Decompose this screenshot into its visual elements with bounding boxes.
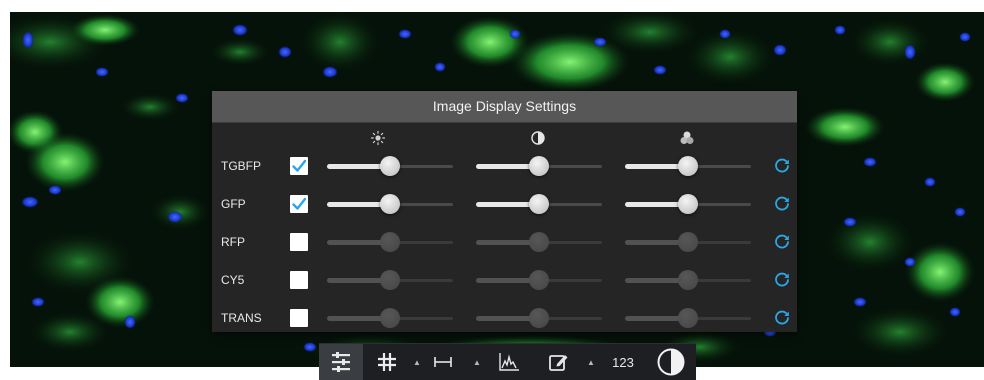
annotate-button[interactable] bbox=[539, 344, 579, 380]
channel-row-tgbfp: TGBFP bbox=[212, 147, 797, 185]
display-settings-icon bbox=[332, 352, 350, 372]
slider-thumb[interactable] bbox=[678, 270, 698, 290]
contrast-toggle-button[interactable] bbox=[649, 344, 693, 380]
color-slider[interactable] bbox=[625, 156, 751, 176]
measure-icon bbox=[434, 357, 452, 367]
contrast-slider[interactable] bbox=[476, 308, 602, 328]
contrast-toggle-icon bbox=[657, 348, 685, 376]
image-display-settings-panel: Image Display Settings TGBFP GFP RFP CY5 TRA… bbox=[212, 91, 797, 332]
channel-label: TGBFP bbox=[221, 159, 262, 173]
display-settings-button[interactable] bbox=[319, 344, 363, 380]
checkmark-icon bbox=[292, 159, 307, 172]
measure-options-caret[interactable]: ▲ bbox=[471, 344, 483, 380]
channel-label: CY5 bbox=[221, 273, 245, 287]
panel-title: Image Display Settings bbox=[212, 91, 797, 123]
brightness-slider[interactable] bbox=[327, 232, 453, 252]
brightness-icon bbox=[370, 130, 386, 146]
contrast-slider[interactable] bbox=[476, 194, 602, 214]
slider-thumb[interactable] bbox=[678, 194, 698, 214]
channel-label: RFP bbox=[221, 235, 245, 249]
channel-row-rfp: RFP bbox=[212, 223, 797, 261]
slider-thumb[interactable] bbox=[529, 194, 549, 214]
channel-checkbox[interactable] bbox=[290, 309, 308, 327]
reset-icon[interactable] bbox=[773, 309, 791, 327]
slider-thumb[interactable] bbox=[380, 156, 400, 176]
slider-thumb[interactable] bbox=[678, 308, 698, 328]
contrast-slider[interactable] bbox=[476, 232, 602, 252]
measure-button[interactable] bbox=[425, 344, 461, 380]
color-mix-icon bbox=[680, 131, 694, 144]
contrast-slider[interactable] bbox=[476, 270, 602, 290]
slider-thumb[interactable] bbox=[678, 232, 698, 252]
histogram-icon bbox=[499, 353, 519, 371]
brightness-slider[interactable] bbox=[327, 308, 453, 328]
reset-icon[interactable] bbox=[773, 233, 791, 251]
channel-checkbox[interactable] bbox=[290, 195, 308, 213]
channel-row-cy5: CY5 bbox=[212, 261, 797, 299]
counter-button[interactable]: 123 bbox=[603, 344, 643, 380]
counter-label: 123 bbox=[612, 354, 634, 370]
contrast-icon bbox=[531, 131, 545, 145]
slider-thumb[interactable] bbox=[529, 270, 549, 290]
slider-thumb[interactable] bbox=[529, 308, 549, 328]
brightness-slider[interactable] bbox=[327, 156, 453, 176]
slider-thumb[interactable] bbox=[380, 194, 400, 214]
color-slider[interactable] bbox=[625, 232, 751, 252]
channel-checkbox[interactable] bbox=[290, 157, 308, 175]
channel-label: TRANS bbox=[221, 311, 262, 325]
slider-thumb[interactable] bbox=[380, 308, 400, 328]
slider-thumb[interactable] bbox=[380, 232, 400, 252]
contrast-slider[interactable] bbox=[476, 156, 602, 176]
grid-options-caret[interactable]: ▲ bbox=[411, 344, 423, 380]
brightness-slider[interactable] bbox=[327, 270, 453, 290]
color-slider[interactable] bbox=[625, 270, 751, 290]
grid-button[interactable] bbox=[367, 344, 407, 380]
slider-thumb[interactable] bbox=[380, 270, 400, 290]
channel-row-trans: TRANS bbox=[212, 299, 797, 337]
annotate-icon bbox=[549, 355, 568, 371]
channel-checkbox[interactable] bbox=[290, 233, 308, 251]
bottom-toolbar: ▲ ▲ ▲ 123 bbox=[319, 343, 696, 380]
channel-label: GFP bbox=[221, 197, 246, 211]
reset-icon[interactable] bbox=[773, 195, 791, 213]
reset-icon[interactable] bbox=[773, 157, 791, 175]
slider-thumb[interactable] bbox=[529, 156, 549, 176]
brightness-slider[interactable] bbox=[327, 194, 453, 214]
reset-icon[interactable] bbox=[773, 271, 791, 289]
color-slider[interactable] bbox=[625, 308, 751, 328]
channel-checkbox[interactable] bbox=[290, 271, 308, 289]
slider-thumb[interactable] bbox=[678, 156, 698, 176]
checkmark-icon bbox=[292, 197, 307, 210]
annotate-options-caret[interactable]: ▲ bbox=[585, 344, 597, 380]
grid-icon bbox=[378, 353, 396, 371]
histogram-button[interactable] bbox=[489, 344, 529, 380]
color-slider[interactable] bbox=[625, 194, 751, 214]
channel-row-gfp: GFP bbox=[212, 185, 797, 223]
slider-thumb[interactable] bbox=[529, 232, 549, 252]
